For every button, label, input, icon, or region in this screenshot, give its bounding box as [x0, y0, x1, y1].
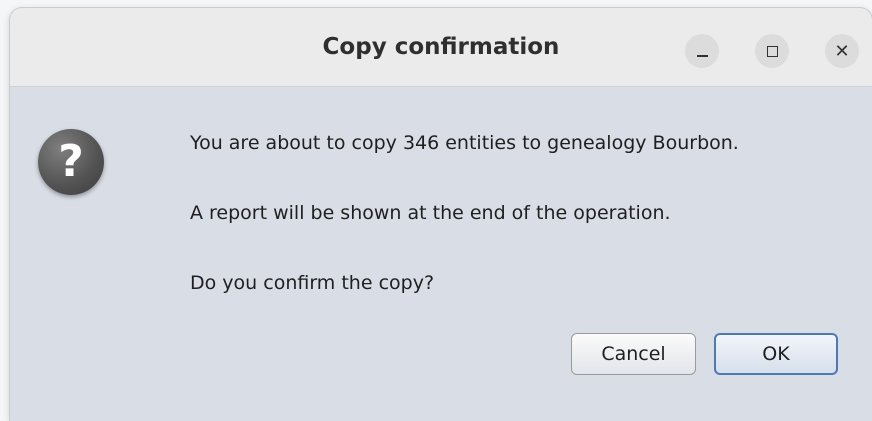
message-line-1: You are about to copy 346 entities to ge… — [190, 132, 739, 154]
message-line-2: A report will be shown at the end of the… — [190, 202, 671, 224]
close-icon: ✕ — [834, 40, 850, 62]
cancel-button[interactable]: Cancel — [571, 333, 696, 375]
copy-confirmation-dialog: Copy confirmation ✕ ? You are about to c… — [10, 8, 872, 421]
minimize-icon — [696, 55, 708, 57]
question-mark: ? — [58, 136, 84, 187]
close-button[interactable]: ✕ — [825, 34, 859, 68]
message-line-3: Do you confirm the copy? — [190, 272, 435, 294]
window-title: Copy confirmation — [322, 34, 560, 60]
title-bar: Copy confirmation ✕ — [10, 8, 872, 87]
minimize-button[interactable] — [685, 34, 719, 68]
maximize-icon — [766, 45, 778, 57]
ok-button[interactable]: OK — [714, 333, 838, 375]
question-icon: ? — [38, 129, 104, 195]
maximize-button[interactable] — [755, 34, 789, 68]
